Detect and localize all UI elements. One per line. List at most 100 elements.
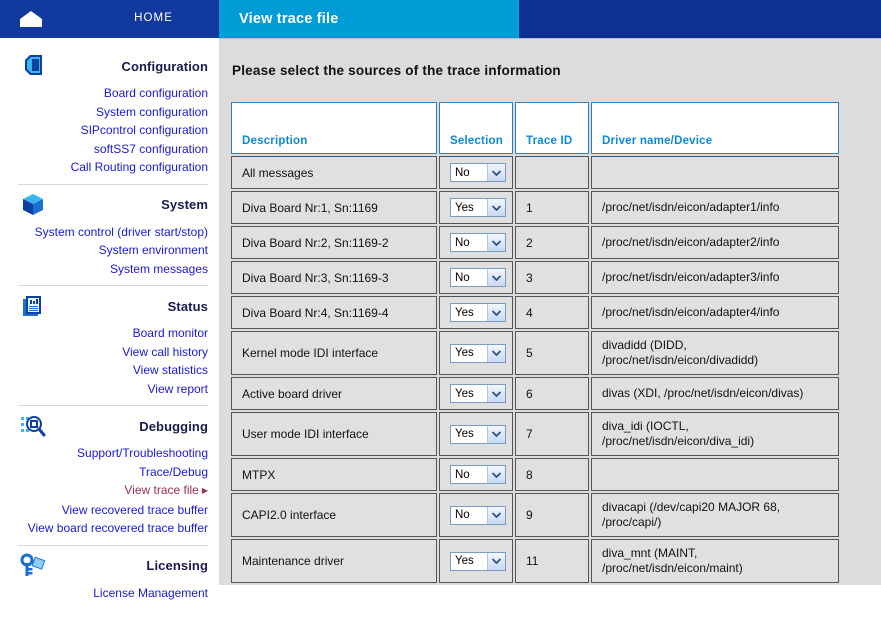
cell-description: All messages bbox=[231, 156, 437, 189]
cell-trace-id: 4 bbox=[515, 296, 589, 329]
cell-description: Active board driver bbox=[231, 377, 437, 410]
chevron-down-icon[interactable] bbox=[487, 507, 505, 524]
cell-description: Maintenance driver bbox=[231, 539, 437, 583]
table-row: Maintenance driverYes11diva_mnt (MAINT, … bbox=[231, 539, 839, 583]
sidebar-item-board-monitor[interactable]: Board monitor bbox=[0, 324, 208, 343]
selection-dropdown-value: Yes bbox=[451, 385, 487, 402]
selection-dropdown[interactable]: No bbox=[450, 233, 506, 252]
selection-dropdown[interactable]: Yes bbox=[450, 344, 506, 363]
sidebar-item-support-troubleshooting[interactable]: Support/Troubleshooting bbox=[0, 444, 208, 463]
table-row: Diva Board Nr:2, Sn:1169-2No2/proc/net/i… bbox=[231, 226, 839, 259]
sidebar-item-view-statistics[interactable]: View statistics bbox=[0, 361, 208, 380]
selection-dropdown[interactable]: Yes bbox=[450, 552, 506, 571]
cell-description: MTPX bbox=[231, 458, 437, 491]
nav-group-title: Status bbox=[168, 299, 208, 314]
table-row: All messages No bbox=[231, 156, 839, 189]
cell-selection: Yes bbox=[439, 191, 513, 224]
sidebar-item-view-call-history[interactable]: View call history bbox=[0, 343, 208, 362]
cell-trace-id: 9 bbox=[515, 493, 589, 537]
cell-trace-id: 2 bbox=[515, 226, 589, 259]
chevron-down-icon[interactable] bbox=[487, 345, 505, 362]
selection-dropdown[interactable]: No bbox=[450, 163, 506, 182]
selection-dropdown[interactable]: No bbox=[450, 465, 506, 484]
table-row: CAPI2.0 interface No 9divacapi (/dev/capi2… bbox=[231, 493, 839, 537]
sidebar-item-softss7-configuration[interactable]: softSS7 configuration bbox=[0, 140, 208, 159]
selection-dropdown-value: Yes bbox=[451, 553, 487, 570]
selection-dropdown-value: Yes bbox=[451, 304, 487, 321]
cell-driver-name-device: divas (XDI, /proc/net/isdn/eicon/divas) bbox=[591, 377, 839, 410]
table-header-row: Description Selection Trace ID Driver na… bbox=[231, 102, 839, 154]
chevron-down-icon[interactable] bbox=[487, 234, 505, 251]
home-nav-button[interactable]: HOME bbox=[0, 0, 219, 38]
sidebar-item-sipcontrol-configuration[interactable]: SIPcontrol configuration bbox=[0, 121, 208, 140]
table-row: Kernel mode IDI interfaceYes5divadidd (D… bbox=[231, 331, 839, 375]
chevron-down-icon[interactable] bbox=[487, 426, 505, 443]
sidebar-item-call-routing-configuration[interactable]: Call Routing configuration bbox=[0, 158, 208, 177]
table-row: MTPXNo8 bbox=[231, 458, 839, 491]
table-row: Diva Board Nr:4, Sn:1169-4Yes4/proc/net/… bbox=[231, 296, 839, 329]
cell-driver-name-device: divacapi (/dev/capi20 MAJOR 68, /proc/ca… bbox=[591, 493, 839, 537]
sidebar-item-trace-debug[interactable]: Trace/Debug bbox=[0, 463, 208, 482]
nav-group-title: Licensing bbox=[146, 558, 208, 573]
nav-group-status: Status Board monitor View call history V… bbox=[0, 288, 219, 406]
page-title-bar: View trace file bbox=[223, 0, 516, 38]
chevron-down-icon[interactable] bbox=[487, 164, 505, 181]
column-header-description: Description bbox=[231, 102, 437, 154]
cell-description: Kernel mode IDI interface bbox=[231, 331, 437, 375]
selection-dropdown-value: No bbox=[451, 466, 487, 483]
sidebar-item-system-messages[interactable]: System messages bbox=[0, 260, 208, 279]
sidebar-item-board-configuration[interactable]: Board configuration bbox=[0, 84, 208, 103]
selection-dropdown-value: No bbox=[451, 234, 487, 251]
cell-trace-id: 3 bbox=[515, 261, 589, 294]
sidebar-item-view-trace-file[interactable]: View trace file bbox=[0, 481, 208, 501]
selection-dropdown[interactable]: Yes bbox=[450, 384, 506, 403]
selection-dropdown[interactable]: Yes bbox=[450, 303, 506, 322]
nav-group-title: Configuration bbox=[121, 59, 208, 74]
nav-group-configuration: Configuration Board configuration System… bbox=[0, 48, 219, 185]
nav-links-licensing: License Management bbox=[0, 584, 208, 610]
selection-dropdown-value: Yes bbox=[451, 345, 487, 362]
cell-driver-name-device: /proc/net/isdn/eicon/adapter4/info bbox=[591, 296, 839, 329]
sidebar-item-system-configuration[interactable]: System configuration bbox=[0, 103, 208, 122]
chevron-down-icon[interactable] bbox=[487, 553, 505, 570]
nav-group-debugging: Debugging Support/Troubleshooting Trace/… bbox=[0, 408, 219, 546]
sidebar-item-view-report[interactable]: View report bbox=[0, 380, 208, 399]
cell-trace-id: 6 bbox=[515, 377, 589, 410]
sidebar-item-view-recovered-trace-buffer[interactable]: View recovered trace buffer bbox=[0, 501, 208, 520]
chevron-down-icon[interactable] bbox=[487, 269, 505, 286]
selection-dropdown[interactable]: No bbox=[450, 506, 506, 525]
selection-dropdown-value: Yes bbox=[451, 426, 487, 443]
sidebar-item-system-control[interactable]: System control (driver start/stop) bbox=[0, 223, 208, 242]
chevron-down-icon[interactable] bbox=[487, 385, 505, 402]
sidebar-item-system-environment[interactable]: System environment bbox=[0, 241, 208, 260]
nav-group-header: Debugging bbox=[0, 408, 208, 444]
cell-driver-name-device: /proc/net/isdn/eicon/adapter2/info bbox=[591, 226, 839, 259]
cell-description: CAPI2.0 interface bbox=[231, 493, 437, 537]
main-content-panel: Please select the sources of the trace i… bbox=[219, 38, 881, 585]
top-banner: HOME View trace file bbox=[0, 0, 881, 38]
selection-dropdown[interactable]: Yes bbox=[450, 198, 506, 217]
cell-driver-name-device bbox=[591, 458, 839, 491]
selection-dropdown[interactable]: No bbox=[450, 268, 506, 287]
cell-trace-id: 11 bbox=[515, 539, 589, 583]
selection-dropdown[interactable]: Yes bbox=[450, 425, 506, 444]
chevron-down-icon[interactable] bbox=[487, 304, 505, 321]
nav-group-header: Configuration bbox=[0, 48, 208, 84]
cell-driver-name-device: divadidd (DIDD, /proc/net/isdn/eicon/div… bbox=[591, 331, 839, 375]
sidebar-item-view-board-recovered-trace-buffer[interactable]: View board recovered trace buffer bbox=[0, 519, 208, 538]
column-header-driver-name-device: Driver name/Device bbox=[591, 102, 839, 154]
table-row: Diva Board Nr:1, Sn:1169Yes1/proc/net/is… bbox=[231, 191, 839, 224]
chevron-down-icon[interactable] bbox=[487, 466, 505, 483]
debugging-magnifier-icon bbox=[18, 412, 48, 440]
home-label: HOME bbox=[134, 12, 173, 24]
cell-driver-name-device: /proc/net/isdn/eicon/adapter3/info bbox=[591, 261, 839, 294]
cell-trace-id: 1 bbox=[515, 191, 589, 224]
nav-group-header: Licensing bbox=[0, 548, 208, 584]
chevron-down-icon[interactable] bbox=[487, 199, 505, 216]
cell-trace-id bbox=[515, 156, 589, 189]
home-icon bbox=[20, 11, 42, 27]
cell-selection: Yes bbox=[439, 412, 513, 456]
column-header-selection: Selection bbox=[439, 102, 513, 154]
table-row: Active board driver Yes 6divas (XDI, /proc… bbox=[231, 377, 839, 410]
sidebar-item-license-management[interactable]: License Management bbox=[0, 584, 208, 603]
